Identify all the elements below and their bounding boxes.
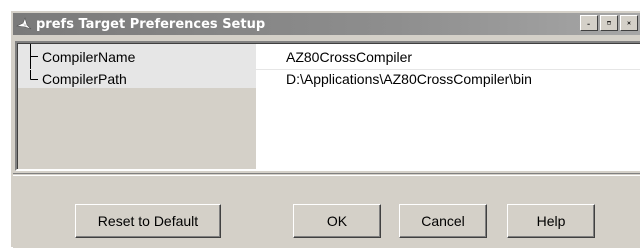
pref-name: CompilerName	[42, 49, 136, 65]
window-title: prefs Target Preferences Setup	[36, 16, 266, 32]
maximize-icon	[607, 21, 611, 25]
reset-to-default-button[interactable]: Reset to Default	[75, 204, 221, 238]
close-icon	[627, 21, 631, 25]
button-bar: Reset to Default OK Cancel Help	[13, 173, 640, 248]
title-bar[interactable]: prefs Target Preferences Setup	[13, 13, 640, 35]
help-button[interactable]: Help	[507, 204, 595, 238]
table-row[interactable]: CompilerName AZ80CrossCompiler	[18, 46, 640, 70]
pref-value[interactable]: D:\Applications\AZ80CrossCompiler\bin	[286, 71, 532, 87]
preferences-table: CompilerName AZ80CrossCompiler CompilerP…	[15, 41, 640, 171]
ok-button[interactable]: OK	[293, 204, 381, 238]
minimize-button[interactable]	[580, 15, 598, 31]
close-button[interactable]	[620, 15, 638, 31]
cancel-button[interactable]: Cancel	[399, 204, 487, 238]
matlab-logo-icon	[15, 15, 33, 33]
prefs-window: prefs Target Preferences Setup CompilerN…	[10, 10, 640, 248]
minimize-icon	[587, 23, 590, 25]
pref-name: CompilerPath	[42, 71, 127, 87]
table-row[interactable]: CompilerPath D:\Applications\AZ80CrossCo…	[18, 68, 640, 90]
window-controls	[578, 15, 638, 31]
pref-value[interactable]: AZ80CrossCompiler	[286, 49, 412, 65]
maximize-button[interactable]	[600, 15, 618, 31]
